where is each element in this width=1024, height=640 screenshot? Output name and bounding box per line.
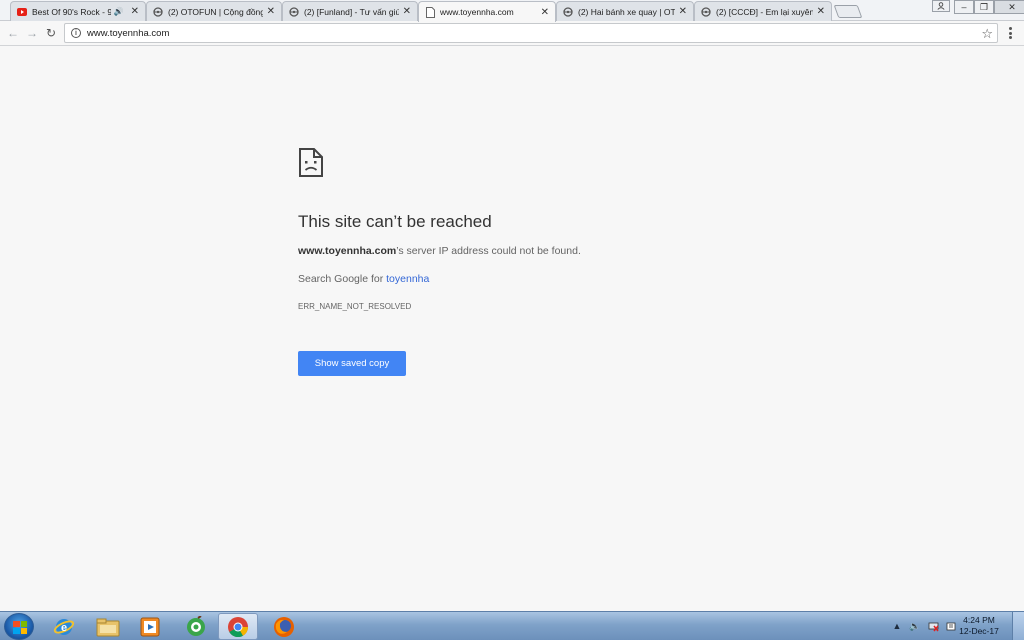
page-content: This site can’t be reached www.toyennha.…: [0, 47, 1024, 611]
tab-title: (2) OTOFUN | Cộng đồng: [168, 6, 263, 17]
window-close-icon[interactable]: ✕: [994, 0, 1024, 14]
tab-toyennha[interactable]: www.toyennha.com ✕: [418, 1, 556, 22]
minimize-icon[interactable]: –: [954, 0, 974, 14]
window-controls: – ❐ ✕: [954, 0, 1024, 14]
address-bar[interactable]: i www.toyennha.com ☆: [64, 23, 998, 43]
site-info-icon[interactable]: i: [71, 28, 81, 38]
error-summary-text: ’s server IP address could not be found.: [396, 245, 581, 257]
error-code: ERR_NAME_NOT_RESOLVED: [298, 302, 412, 311]
tab-close-icon[interactable]: ✕: [817, 6, 825, 17]
tab-title: Best Of 90's Rock - 90: [32, 6, 111, 17]
tab-close-icon[interactable]: ✕: [131, 6, 139, 17]
firefox-icon[interactable]: [264, 613, 304, 640]
sad-page-icon: [299, 148, 323, 177]
steering-wheel-icon: [701, 6, 711, 17]
audio-playing-icon[interactable]: 🔊: [114, 7, 124, 16]
show-desktop-button[interactable]: [1012, 612, 1024, 640]
chrome-menu-icon[interactable]: [1008, 27, 1012, 39]
forward-arrow-icon[interactable]: →: [25, 26, 39, 40]
show-saved-copy-button[interactable]: Show saved copy: [298, 351, 406, 376]
taskbar: e ▲ 🔈 4:24 PM 12-Dec-17: [0, 611, 1024, 640]
internet-explorer-icon[interactable]: e: [44, 613, 84, 640]
screen: Best Of 90's Rock - 90 🔊 ✕ (2) OTOFUN | …: [0, 0, 1024, 640]
bookmark-star-icon[interactable]: ☆: [981, 26, 993, 42]
new-tab-button[interactable]: [833, 5, 863, 18]
tab-title: (2) [Funland] - Tư vấn giú: [304, 6, 399, 17]
tab-close-icon[interactable]: ✕: [403, 6, 411, 17]
user-profile-icon[interactable]: [932, 0, 950, 12]
svg-text:e: e: [61, 622, 67, 634]
browser-toolbar: ← → ↻ i www.toyennha.com ☆: [0, 21, 1024, 46]
tab-close-icon[interactable]: ✕: [541, 7, 549, 18]
steering-wheel-icon: [153, 6, 163, 17]
tab-title: (2) [CCCĐ] - Em lại xuyên: [716, 6, 813, 17]
clock-time: 4:24 PM: [963, 615, 995, 625]
network-disconnected-icon[interactable]: [927, 620, 939, 632]
steering-wheel-icon: [563, 6, 573, 17]
back-arrow-icon[interactable]: ←: [6, 26, 20, 40]
start-button[interactable]: [4, 613, 34, 640]
media-player-icon[interactable]: [130, 613, 170, 640]
reload-icon[interactable]: ↻: [44, 26, 58, 40]
taskbar-clock[interactable]: 4:24 PM 12-Dec-17: [958, 615, 1000, 637]
volume-icon[interactable]: 🔈: [909, 620, 921, 632]
tab-close-icon[interactable]: ✕: [679, 6, 687, 17]
error-summary: www.toyennha.com’s server IP address cou…: [298, 245, 581, 257]
tab-hai-banh-xe[interactable]: (2) Hai bánh xe quay | OT ✕: [556, 1, 694, 21]
tab-youtube[interactable]: Best Of 90's Rock - 90 🔊 ✕: [10, 1, 146, 21]
action-center-flag-icon[interactable]: [945, 620, 957, 632]
youtube-icon: [17, 7, 27, 17]
search-link[interactable]: toyennha: [386, 273, 429, 285]
tab-close-icon[interactable]: ✕: [267, 6, 275, 17]
file-explorer-icon[interactable]: [88, 613, 128, 640]
error-host: www.toyennha.com: [298, 245, 397, 257]
tab-title: (2) Hai bánh xe quay | OT: [578, 6, 675, 17]
tab-strip: Best Of 90's Rock - 90 🔊 ✕ (2) OTOFUN | …: [0, 0, 1024, 22]
show-hidden-icons-icon[interactable]: ▲: [891, 620, 903, 632]
tab-title: www.toyennha.com: [440, 7, 514, 17]
maximize-icon[interactable]: ❐: [974, 0, 994, 14]
search-prefix: Search Google for: [298, 273, 387, 285]
page-title: This site can’t be reached: [298, 212, 492, 231]
system-tray: ▲ 🔈: [888, 612, 1024, 640]
coc-coc-icon[interactable]: [176, 613, 216, 640]
search-suggestion: Search Google for toyennha: [298, 273, 429, 285]
page-icon: [425, 6, 435, 18]
windows-logo-icon: [13, 621, 27, 634]
clock-date: 12-Dec-17: [959, 626, 999, 636]
steering-wheel-icon: [289, 6, 299, 17]
tab-otofun[interactable]: (2) OTOFUN | Cộng đồng ✕: [146, 1, 282, 21]
url-text[interactable]: www.toyennha.com: [87, 28, 169, 39]
tab-funland[interactable]: (2) [Funland] - Tư vấn giú ✕: [282, 1, 418, 21]
tab-cccd[interactable]: (2) [CCCĐ] - Em lại xuyên ✕: [694, 1, 832, 21]
chrome-icon[interactable]: [218, 613, 258, 640]
